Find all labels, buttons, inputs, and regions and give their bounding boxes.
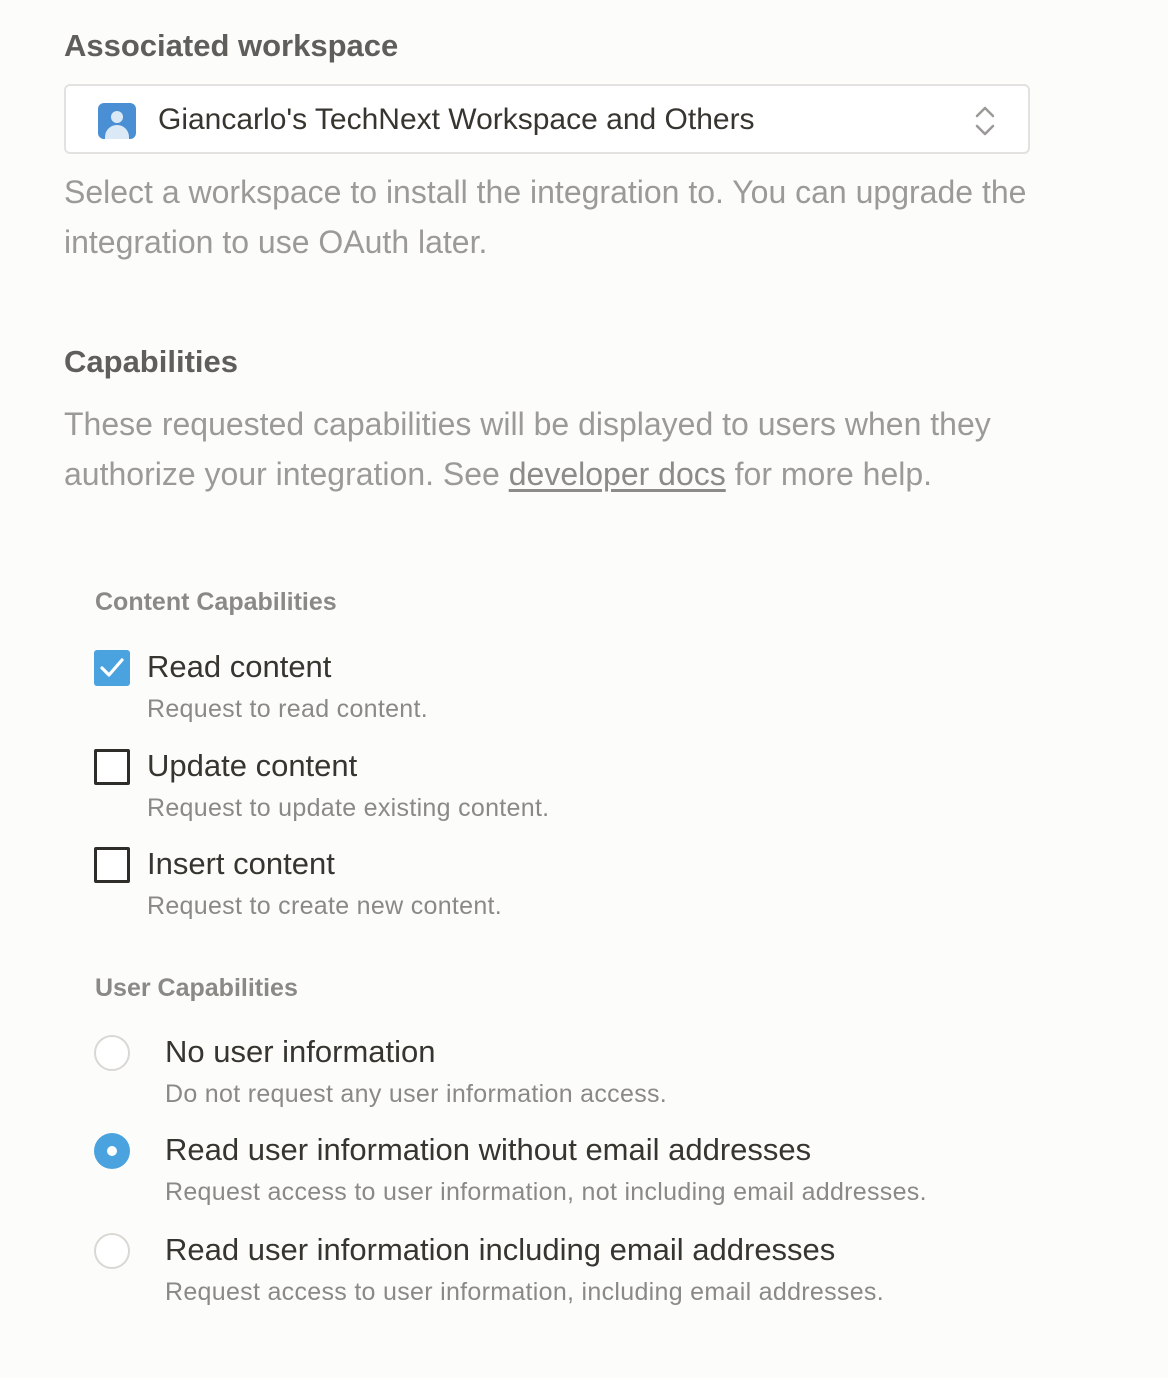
workspace-help-text: Select a workspace to install the integr… xyxy=(64,174,1027,260)
user-info-with-email-radio[interactable] xyxy=(94,1233,130,1269)
user-info-with-email-label: Read user information including email ad… xyxy=(165,1232,836,1267)
update-content-label: Update content xyxy=(147,748,358,783)
insert-content-label: Insert content xyxy=(147,846,335,881)
insert-content-option[interactable]: Insert content Request to create new con… xyxy=(94,846,1044,926)
no-user-info-radio[interactable] xyxy=(94,1035,130,1071)
user-info-without-email-option[interactable]: Read user information without email addr… xyxy=(94,1132,1044,1212)
user-info-without-email-description: Request access to user information, not … xyxy=(165,1178,927,1206)
update-content-description: Request to update existing content. xyxy=(147,794,550,822)
read-content-checkbox[interactable] xyxy=(94,650,130,686)
insert-content-description: Request to create new content. xyxy=(147,892,503,920)
user-capabilities-title: User Capabilities xyxy=(95,974,298,1002)
workspace-select[interactable]: Giancarlo's TechNext Workspace and Other… xyxy=(64,84,1030,154)
capabilities-title: Capabilities xyxy=(64,344,238,379)
capabilities-help-text: These requested capabilities will be dis… xyxy=(64,399,1004,499)
content-capabilities-title: Content Capabilities xyxy=(95,588,337,616)
user-info-without-email-label: Read user information without email addr… xyxy=(165,1132,812,1167)
update-content-checkbox[interactable] xyxy=(94,749,130,785)
capabilities-help-suffix: for more help. xyxy=(725,456,933,492)
no-user-info-option[interactable]: No user information Do not request any u… xyxy=(94,1034,1044,1114)
checkmark-icon xyxy=(100,658,124,677)
no-user-info-label: No user information xyxy=(165,1034,436,1069)
developer-docs-link[interactable]: developer docs xyxy=(509,456,726,492)
insert-content-checkbox[interactable] xyxy=(94,847,130,883)
read-content-description: Request to read content. xyxy=(147,695,428,723)
read-content-label: Read content xyxy=(147,649,332,684)
associated-workspace-title: Associated workspace xyxy=(64,28,399,63)
chevron-up-down-icon xyxy=(975,106,995,136)
user-info-with-email-option[interactable]: Read user information including email ad… xyxy=(94,1232,1044,1312)
user-info-with-email-description: Request access to user information, incl… xyxy=(165,1278,884,1306)
update-content-option[interactable]: Update content Request to update existin… xyxy=(94,748,1044,828)
workspace-select-value: Giancarlo's TechNext Workspace and Other… xyxy=(158,103,755,136)
read-content-option[interactable]: Read content Request to read content. xyxy=(94,649,1044,729)
no-user-info-description: Do not request any user information acce… xyxy=(165,1080,668,1108)
user-info-without-email-radio[interactable] xyxy=(94,1133,130,1169)
user-avatar-icon xyxy=(98,103,136,139)
